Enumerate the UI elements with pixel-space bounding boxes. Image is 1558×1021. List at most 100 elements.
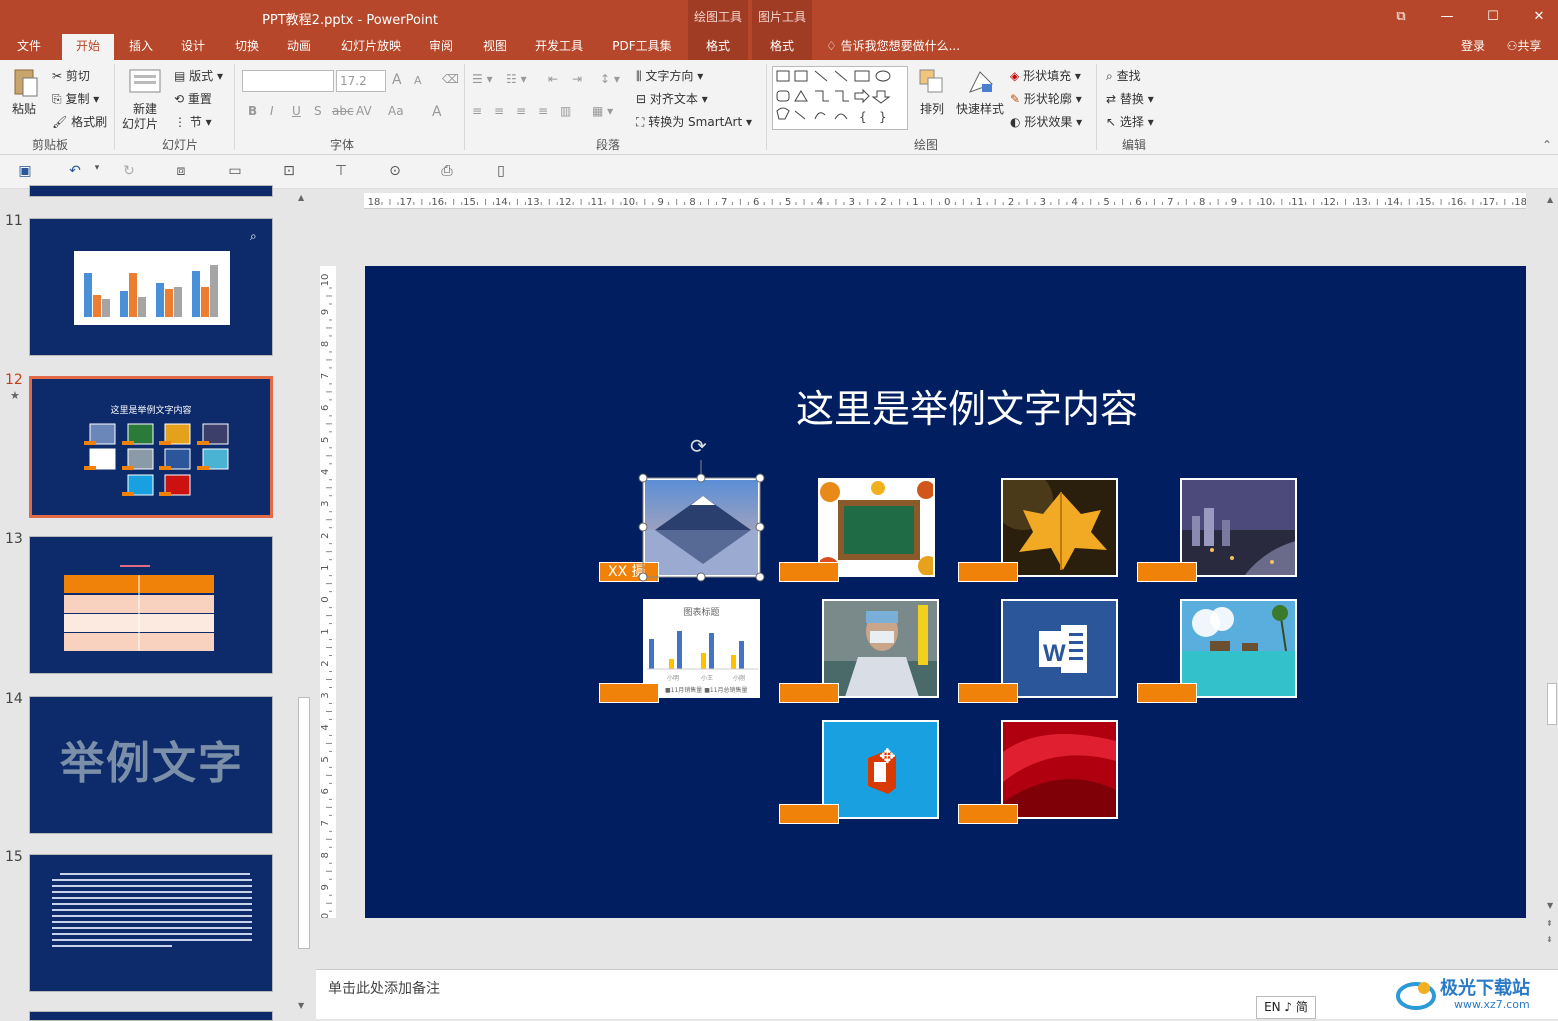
- tab-drawing-format[interactable]: 格式: [688, 34, 748, 60]
- numbering-icon[interactable]: ☷ ▾: [506, 72, 527, 86]
- share-button[interactable]: ⚇共享: [1496, 34, 1552, 60]
- bullets-icon[interactable]: ☰ ▾: [472, 72, 493, 86]
- picture-doctor[interactable]: [822, 599, 939, 698]
- slide-thumbnail-13[interactable]: [29, 536, 273, 674]
- tab-view[interactable]: 视图: [472, 34, 518, 60]
- char-spacing-button[interactable]: AV: [356, 104, 372, 118]
- notes-placeholder[interactable]: 单击此处添加备注: [328, 978, 440, 998]
- next-slide-icon[interactable]: ⇟: [1546, 935, 1553, 944]
- scrollbar-thumb[interactable]: [298, 697, 310, 949]
- align-right-icon[interactable]: ≡: [516, 104, 526, 118]
- paste-button[interactable]: 粘贴: [12, 100, 36, 117]
- present-icon[interactable]: ⊤: [332, 163, 350, 181]
- tab-home[interactable]: 开始: [62, 34, 114, 60]
- rotate-handle-icon[interactable]: ⟳: [690, 434, 707, 458]
- increase-indent-icon[interactable]: ⇥: [572, 72, 582, 86]
- grow-font-button[interactable]: A: [392, 72, 402, 88]
- strikethrough-button[interactable]: abc: [332, 104, 354, 118]
- caption-tag[interactable]: [1137, 562, 1197, 582]
- picture-word-logo[interactable]: W: [1001, 599, 1118, 698]
- font-color-button[interactable]: A: [432, 104, 442, 120]
- line-spacing-icon[interactable]: ↕ ▾: [600, 72, 620, 86]
- notes-pane[interactable]: 单击此处添加备注 极光下载站 www.xz7.com: [316, 969, 1558, 1019]
- caption-tag[interactable]: [779, 683, 839, 703]
- shrink-font-button[interactable]: A: [414, 74, 422, 87]
- preview-icon[interactable]: ⊙: [386, 163, 404, 181]
- tab-insert[interactable]: 插入: [118, 34, 164, 60]
- presenter-icon[interactable]: ⊡: [280, 163, 298, 181]
- slide-thumbnail-15[interactable]: [29, 854, 273, 992]
- find-button[interactable]: ⌕ 查找: [1106, 67, 1141, 84]
- login-link[interactable]: 登录: [1454, 34, 1492, 60]
- ime-indicator[interactable]: EN ♪ 简: [1256, 996, 1316, 1019]
- font-size-input[interactable]: 17.2: [336, 70, 386, 92]
- format-painter-button[interactable]: 🖌 格式刷: [52, 113, 107, 130]
- caption-tag[interactable]: [958, 683, 1018, 703]
- redo-icon[interactable]: ↻: [120, 163, 138, 181]
- picture-office-logo[interactable]: [822, 720, 939, 819]
- tab-file[interactable]: 文件: [4, 34, 54, 60]
- start-from-beginning-icon[interactable]: ⧈: [172, 163, 190, 181]
- change-case-button[interactable]: Aa: [388, 104, 404, 118]
- caption-tag[interactable]: [599, 683, 659, 703]
- scroll-down-icon[interactable]: ▼: [1547, 901, 1553, 910]
- slide-thumbnail-10[interactable]: [29, 185, 273, 197]
- minimize-button[interactable]: —: [1424, 0, 1470, 34]
- justify-icon[interactable]: ≡: [538, 104, 548, 118]
- shape-outline-button[interactable]: ✎ 形状轮廓 ▾: [1010, 90, 1082, 107]
- caption-tag[interactable]: [779, 804, 839, 824]
- replace-button[interactable]: ⇄ 替换 ▾: [1106, 90, 1154, 107]
- slide-thumbnail-12-selected[interactable]: 这里是举例文字内容: [29, 376, 273, 518]
- distribute-icon[interactable]: ▥: [560, 104, 571, 118]
- picture-bar-chart[interactable]: 图表标题 小明 小王 小刚 ■11月销售量 ■11月总销售量: [643, 599, 760, 698]
- close-button[interactable]: ✕: [1516, 0, 1558, 34]
- tab-review[interactable]: 审阅: [418, 34, 464, 60]
- print-icon[interactable]: ⎙: [438, 163, 456, 181]
- undo-icon[interactable]: ↶: [66, 163, 84, 181]
- picture-city-night[interactable]: [1180, 478, 1297, 577]
- shape-effects-button[interactable]: ◐ 形状效果 ▾: [1010, 113, 1082, 130]
- align-center-icon[interactable]: ≡: [494, 104, 504, 118]
- clear-format-icon[interactable]: ⌫: [442, 72, 459, 86]
- scroll-up-icon[interactable]: ▲: [298, 193, 304, 202]
- font-name-input[interactable]: [242, 70, 334, 92]
- collapse-ribbon-icon[interactable]: ⌃: [1542, 138, 1552, 152]
- picture-tropical-beach[interactable]: [1180, 599, 1297, 698]
- tell-me-box[interactable]: ♢ 告诉我您想要做什么...: [826, 34, 986, 60]
- select-button[interactable]: ↖ 选择 ▾: [1106, 113, 1154, 130]
- new-slide-button-2[interactable]: 幻灯片: [122, 115, 158, 132]
- cut-button[interactable]: ✂ 剪切: [52, 67, 90, 84]
- tab-animations[interactable]: 动画: [276, 34, 322, 60]
- align-text-button[interactable]: ⊟ 对齐文本 ▾: [636, 90, 708, 107]
- slide-canvas[interactable]: 这里是举例文字内容 XX 摄 ⟳ 图表标题 小明 小王 小刚 ■11月销售量 ■…: [365, 266, 1526, 918]
- tab-developer[interactable]: 开发工具: [526, 34, 592, 60]
- italic-button[interactable]: I: [270, 104, 274, 118]
- reset-button[interactable]: ⟲ 重置: [174, 90, 212, 107]
- smartart-button[interactable]: ⛶ 转换为 SmartArt ▾: [636, 113, 752, 130]
- tab-pdf-tools[interactable]: PDF工具集: [600, 34, 684, 60]
- tab-design[interactable]: 设计: [170, 34, 216, 60]
- bold-button[interactable]: B: [248, 104, 257, 118]
- layout-button[interactable]: ▤ 版式 ▾: [174, 67, 223, 84]
- tab-slideshow[interactable]: 幻灯片放映: [332, 34, 410, 60]
- tab-transitions[interactable]: 切换: [224, 34, 270, 60]
- quick-styles-button[interactable]: 快速样式: [956, 100, 1004, 117]
- undo-dropdown-icon[interactable]: ▾: [88, 163, 106, 181]
- document-icon[interactable]: ▯: [492, 163, 510, 181]
- picture-red-silk[interactable]: [1001, 720, 1118, 819]
- thumbnail-scrollbar[interactable]: ▲ ▼: [296, 189, 312, 1015]
- slide-thumbnail-11[interactable]: ⌕: [29, 218, 273, 356]
- scroll-up-icon[interactable]: ▲: [1547, 195, 1553, 204]
- underline-button[interactable]: U: [292, 104, 301, 118]
- save-icon[interactable]: ▣: [16, 163, 34, 181]
- ribbon-display-options-button[interactable]: ⧉: [1378, 0, 1424, 34]
- scroll-down-icon[interactable]: ▼: [298, 1001, 304, 1010]
- align-left-icon[interactable]: ≡: [472, 104, 482, 118]
- columns-icon[interactable]: ▦ ▾: [592, 104, 613, 118]
- caption-tag[interactable]: [1137, 683, 1197, 703]
- copy-button[interactable]: ⎘ 复制 ▾: [52, 90, 99, 107]
- text-direction-button[interactable]: ⫼ 文字方向 ▾: [636, 67, 703, 84]
- caption-tag[interactable]: [779, 562, 839, 582]
- editor-scrollbar[interactable]: ▲ ▼ ⇞ ⇟: [1546, 189, 1558, 949]
- slide-thumbnail-14[interactable]: 举例文字: [29, 696, 273, 834]
